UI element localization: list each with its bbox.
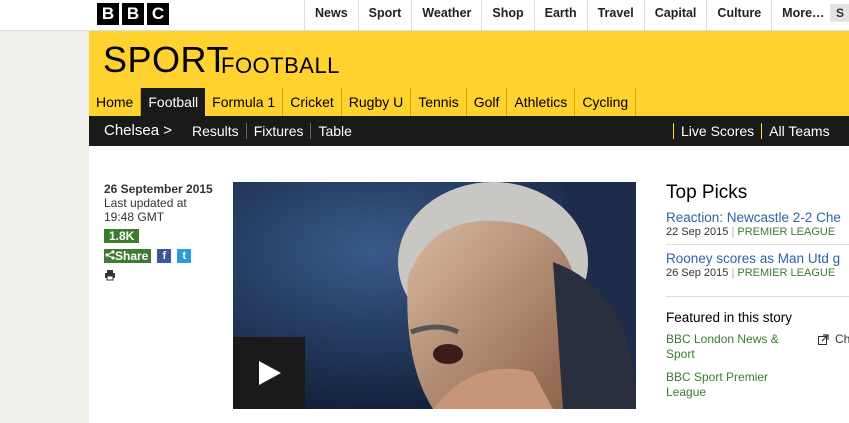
last-updated-label: Last updated at: [104, 196, 187, 210]
top-pick-headline[interactable]: Reaction: Newcastle 2-2 Che: [666, 210, 849, 225]
play-button[interactable]: [233, 337, 305, 409]
top-pick-item[interactable]: Rooney scores as Man Utd g 26 Sep 2015 |…: [666, 251, 849, 279]
global-nav: News Sport Weather Shop Earth Travel Cap…: [304, 0, 835, 30]
share-count-badge: 1.8K: [104, 229, 140, 243]
play-icon: [259, 361, 281, 385]
article-content: 26 September 2015 Last updated at 19:48 …: [89, 146, 849, 423]
sport-nav-athletics[interactable]: Athletics: [507, 88, 576, 116]
global-nav-sport[interactable]: Sport: [357, 0, 412, 30]
global-nav-culture[interactable]: Culture: [706, 0, 771, 30]
subnav-table[interactable]: Table: [311, 123, 358, 139]
team-subnav: Chelsea > Results Fixtures Table Live Sc…: [89, 116, 849, 146]
top-pick-date: 26 Sep 2015: [666, 267, 729, 279]
sport-nav: Home Football Formula 1 Cricket Rugby U …: [89, 88, 849, 116]
print-icon[interactable]: [104, 269, 116, 281]
divider: [666, 244, 849, 245]
global-nav-capital[interactable]: Capital: [643, 0, 707, 30]
share-icon: [105, 250, 115, 260]
top-pick-date: 22 Sep 2015: [666, 226, 729, 238]
global-nav-news[interactable]: News: [304, 0, 358, 30]
last-updated-time: 19:48 GMT: [104, 210, 165, 224]
subnav-fixtures[interactable]: Fixtures: [247, 123, 312, 139]
logo-letter: B: [122, 3, 144, 25]
featured-heading: Featured in this story: [666, 310, 793, 325]
hero-video[interactable]: [233, 182, 636, 409]
section-subtitle: FOOTBALL: [221, 53, 340, 78]
external-link-icon: [818, 333, 829, 345]
divider: [666, 296, 849, 297]
logo-letter: B: [97, 3, 119, 25]
sport-nav-tennis[interactable]: Tennis: [411, 88, 467, 116]
article-meta: 26 September 2015 Last updated at 19:48 …: [104, 182, 224, 284]
bbc-global-bar: B B C News Sport Weather Shop Earth Trav…: [0, 0, 849, 31]
top-pick-headline[interactable]: Rooney scores as Man Utd g: [666, 251, 849, 266]
top-picks-heading: Top Picks: [666, 182, 748, 203]
twitter-icon[interactable]: t: [177, 249, 192, 263]
featured-link[interactable]: BBC Sport Premier League: [666, 370, 796, 400]
sport-nav-home[interactable]: Home: [89, 88, 142, 116]
subnav-live-scores[interactable]: Live Scores: [673, 123, 761, 139]
logo-letter: C: [147, 3, 169, 25]
subnav-results[interactable]: Results: [185, 123, 247, 139]
share-button[interactable]: Share: [104, 249, 152, 263]
sport-header: SPORT FOOTBALL: [89, 31, 849, 88]
featured-link-label: Ch: [835, 332, 849, 346]
search-input[interactable]: S: [830, 4, 849, 22]
sport-nav-football[interactable]: Football: [141, 88, 206, 116]
sport-nav-rugby-union[interactable]: Rugby U: [342, 88, 412, 116]
top-pick-category[interactable]: PREMIER LEAGUE: [737, 226, 835, 238]
sport-nav-formula1[interactable]: Formula 1: [205, 88, 284, 116]
top-pick-item[interactable]: Reaction: Newcastle 2-2 Che 22 Sep 2015 …: [666, 210, 849, 238]
global-nav-travel[interactable]: Travel: [586, 0, 644, 30]
sport-nav-golf[interactable]: Golf: [467, 88, 508, 116]
separator: |: [731, 226, 735, 238]
sport-nav-cycling[interactable]: Cycling: [575, 88, 637, 116]
global-nav-more[interactable]: More…: [771, 0, 834, 30]
featured-link-right[interactable]: Ch: [818, 332, 849, 346]
top-pick-category[interactable]: PREMIER LEAGUE: [737, 267, 835, 279]
sport-nav-cricket[interactable]: Cricket: [283, 88, 342, 116]
team-link-chelsea[interactable]: Chelsea >: [104, 122, 172, 139]
facebook-icon[interactable]: f: [157, 249, 172, 263]
global-nav-earth[interactable]: Earth: [533, 0, 587, 30]
featured-link[interactable]: BBC London News & Sport: [666, 332, 796, 362]
separator: |: [731, 267, 735, 279]
global-nav-shop[interactable]: Shop: [481, 0, 533, 30]
share-label: Share: [115, 249, 149, 263]
global-nav-weather[interactable]: Weather: [411, 0, 481, 30]
bbc-logo[interactable]: B B C: [97, 3, 169, 25]
subnav-all-teams[interactable]: All Teams: [761, 123, 836, 139]
sport-title[interactable]: SPORT: [103, 39, 229, 81]
article-date: 26 September 2015: [104, 182, 213, 196]
